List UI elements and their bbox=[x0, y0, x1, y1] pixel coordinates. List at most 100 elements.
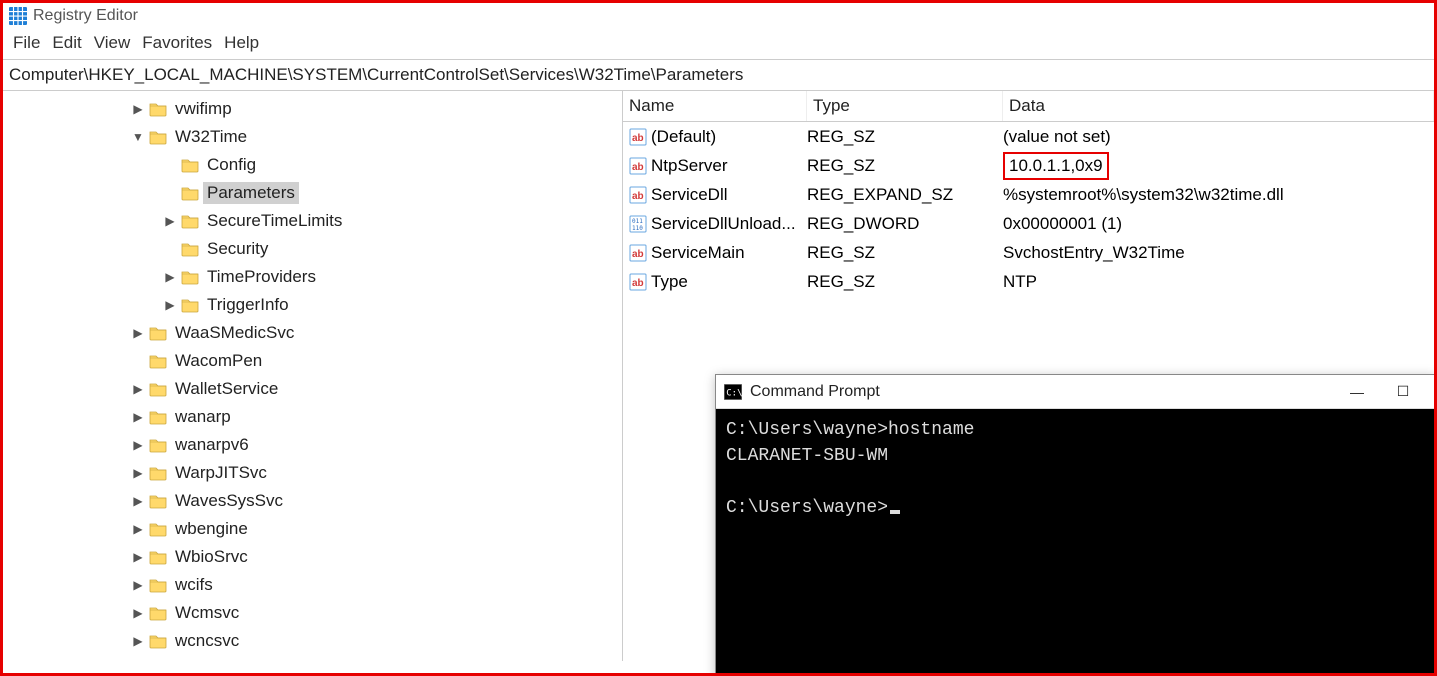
registry-value-row[interactable]: ab ServiceDllREG_EXPAND_SZ%systemroot%\sy… bbox=[623, 180, 1434, 209]
values-list[interactable]: ab(Default)REG_SZ(value not set)abNtpSer… bbox=[623, 122, 1434, 296]
svg-text:ab: ab bbox=[632, 191, 644, 202]
menu-file[interactable]: File bbox=[9, 33, 44, 53]
reg-binary-icon: 011110 bbox=[629, 215, 649, 233]
tree-item-label: wanarpv6 bbox=[171, 434, 253, 456]
value-type: REG_EXPAND_SZ bbox=[807, 185, 1003, 205]
tree-item[interactable]: ▶WaaSMedicSvc bbox=[3, 319, 622, 347]
values-header: Name Type Data bbox=[623, 91, 1434, 122]
chevron-right-icon[interactable]: ▶ bbox=[163, 214, 177, 228]
tree-item[interactable]: Config bbox=[3, 151, 622, 179]
column-name[interactable]: Name bbox=[623, 91, 807, 121]
tree-item[interactable]: ▶WavesSysSvc bbox=[3, 487, 622, 515]
column-type[interactable]: Type bbox=[807, 91, 1003, 121]
chevron-right-icon[interactable]: ▶ bbox=[131, 466, 145, 480]
value-name: Type bbox=[651, 272, 807, 292]
tree-item[interactable]: ▶WalletService bbox=[3, 375, 622, 403]
folder-icon bbox=[149, 409, 167, 425]
tree-item-label: Security bbox=[203, 238, 272, 260]
tree-item[interactable]: ▶wcncsvc bbox=[3, 627, 622, 655]
terminal-cursor bbox=[890, 510, 900, 514]
chevron-right-icon[interactable]: ▶ bbox=[163, 298, 177, 312]
chevron-right-icon[interactable]: ▶ bbox=[131, 634, 145, 648]
registry-tree[interactable]: ▶vwifimp ▼ W32Time Config Parameters ▶SecureT… bbox=[3, 91, 623, 661]
menubar: File Edit View Favorites Help bbox=[3, 29, 1434, 59]
chevron-right-icon[interactable]: ▶ bbox=[131, 606, 145, 620]
tree-item[interactable]: ▶wcnfs bbox=[3, 655, 622, 661]
chevron-right-icon[interactable]: ▶ bbox=[131, 326, 145, 340]
column-data[interactable]: Data bbox=[1003, 91, 1434, 121]
value-type: REG_SZ bbox=[807, 272, 1003, 292]
chevron-right-icon[interactable]: ▶ bbox=[131, 438, 145, 452]
menu-help[interactable]: Help bbox=[220, 33, 263, 53]
svg-text:C:\: C:\ bbox=[726, 388, 742, 398]
svg-text:ab: ab bbox=[632, 133, 644, 144]
menu-favorites[interactable]: Favorites bbox=[138, 33, 216, 53]
chevron-right-icon[interactable]: ▶ bbox=[131, 550, 145, 564]
value-name: ServiceMain bbox=[651, 243, 807, 263]
chevron-right-icon[interactable]: ▶ bbox=[131, 494, 145, 508]
tree-item[interactable]: ▶wanarp bbox=[3, 403, 622, 431]
tree-item-label: WbioSrvc bbox=[171, 546, 252, 568]
folder-icon bbox=[181, 157, 199, 173]
tree-item[interactable]: Parameters bbox=[3, 179, 622, 207]
value-name: ServiceDll bbox=[651, 185, 807, 205]
registry-value-row[interactable]: abServiceMainREG_SZSvchostEntry_W32Time bbox=[623, 238, 1434, 267]
command-prompt-body[interactable]: C:\Users\wayne>hostname CLARANET-SBU-WM … bbox=[716, 409, 1434, 675]
tree-item[interactable]: ▶ WarpJITSvc bbox=[3, 459, 622, 487]
folder-icon bbox=[149, 381, 167, 397]
chevron-right-icon[interactable]: ▶ bbox=[131, 410, 145, 424]
chevron-right-icon[interactable]: ▶ bbox=[131, 578, 145, 592]
window-titlebar: Registry Editor bbox=[3, 3, 1434, 29]
svg-text:110: 110 bbox=[632, 225, 643, 232]
tree-item-label: WacomPen bbox=[171, 350, 266, 372]
command-prompt-window[interactable]: C:\ Command Prompt — ☐ C:\Users\wayne>ho… bbox=[715, 374, 1435, 676]
value-data: %systemroot%\system32\w32time.dll bbox=[1003, 185, 1434, 205]
tree-item-label: wcifs bbox=[171, 574, 217, 596]
command-prompt-titlebar[interactable]: C:\ Command Prompt — ☐ bbox=[716, 375, 1434, 409]
folder-icon bbox=[149, 549, 167, 565]
tree-item[interactable]: ▶SecureTimeLimits bbox=[3, 207, 622, 235]
reg-string-icon: ab bbox=[629, 128, 649, 146]
terminal-line: C:\Users\wayne> bbox=[726, 498, 888, 518]
menu-view[interactable]: View bbox=[90, 33, 135, 53]
value-data: (value not set) bbox=[1003, 127, 1434, 147]
reg-string-icon: ab bbox=[629, 186, 649, 204]
tree-item[interactable]: ▶Wcmsvc bbox=[3, 599, 622, 627]
tree-item[interactable]: WacomPen bbox=[3, 347, 622, 375]
tree-item-label: WarpJITSvc bbox=[171, 462, 271, 484]
folder-icon bbox=[149, 577, 167, 593]
tree-item-label: Parameters bbox=[203, 182, 299, 204]
chevron-right-icon[interactable]: ▶ bbox=[131, 102, 145, 116]
tree-item[interactable]: ▶ WbioSrvc bbox=[3, 543, 622, 571]
window-title: Registry Editor bbox=[33, 7, 138, 25]
value-name: NtpServer bbox=[651, 156, 807, 176]
tree-item[interactable]: ▼ W32Time bbox=[3, 123, 622, 151]
chevron-right-icon[interactable]: ▶ bbox=[163, 270, 177, 284]
tree-item[interactable]: ▶TimeProviders bbox=[3, 263, 622, 291]
minimize-button[interactable]: — bbox=[1334, 384, 1380, 400]
value-data: 10.0.1.1,0x9 bbox=[1003, 152, 1434, 180]
tree-item-label: W32Time bbox=[171, 126, 251, 148]
registry-value-row[interactable]: abNtpServerREG_SZ10.0.1.1,0x9 bbox=[623, 151, 1434, 180]
tree-item[interactable]: ▶TriggerInfo bbox=[3, 291, 622, 319]
command-prompt-icon: C:\ bbox=[724, 384, 742, 400]
maximize-button[interactable]: ☐ bbox=[1380, 383, 1426, 400]
chevron-down-icon[interactable]: ▼ bbox=[131, 130, 145, 144]
value-name: ServiceDllUnload... bbox=[651, 214, 807, 234]
folder-icon bbox=[149, 437, 167, 453]
command-prompt-title: Command Prompt bbox=[750, 383, 880, 401]
menu-edit[interactable]: Edit bbox=[48, 33, 85, 53]
tree-item[interactable]: ▶ wanarpv6 bbox=[3, 431, 622, 459]
svg-text:ab: ab bbox=[632, 249, 644, 260]
folder-icon bbox=[181, 297, 199, 313]
tree-item[interactable]: Security bbox=[3, 235, 622, 263]
chevron-right-icon[interactable]: ▶ bbox=[131, 382, 145, 396]
registry-value-row[interactable]: ab(Default)REG_SZ(value not set) bbox=[623, 122, 1434, 151]
address-bar[interactable]: Computer\HKEY_LOCAL_MACHINE\SYSTEM\Curre… bbox=[3, 59, 1434, 91]
tree-item[interactable]: ▶ wcifs bbox=[3, 571, 622, 599]
tree-item[interactable]: ▶vwifimp bbox=[3, 95, 622, 123]
chevron-right-icon[interactable]: ▶ bbox=[131, 522, 145, 536]
tree-item[interactable]: ▶wbengine bbox=[3, 515, 622, 543]
registry-value-row[interactable]: abTypeREG_SZNTP bbox=[623, 267, 1434, 296]
registry-value-row[interactable]: 011110ServiceDllUnload...REG_DWORD0x0000… bbox=[623, 209, 1434, 238]
